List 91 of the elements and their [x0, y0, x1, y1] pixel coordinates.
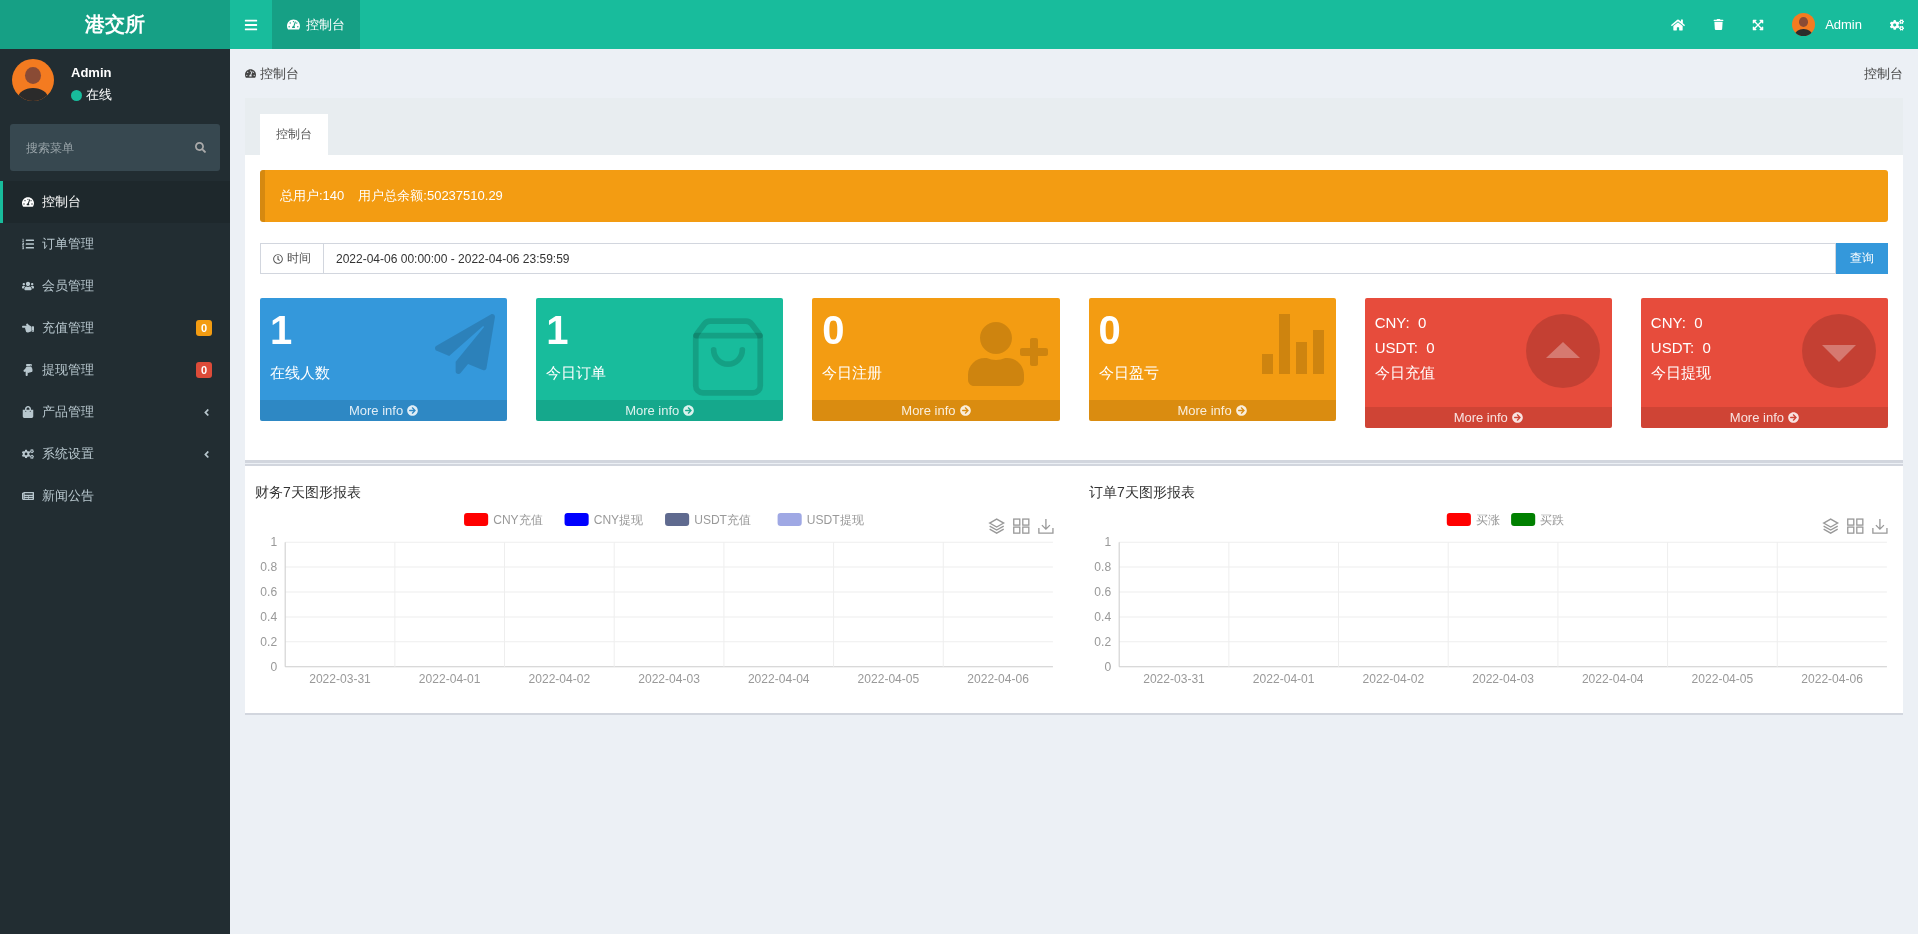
menu-item[interactable]: 产品管理 — [0, 391, 230, 433]
y-tick-label: 0.4 — [1094, 609, 1112, 624]
menu-item[interactable]: 会员管理 — [0, 265, 230, 307]
search-field[interactable]: 搜索菜单 — [10, 124, 220, 171]
paper-plane-icon — [435, 314, 496, 374]
stat-value: CNY: 0 — [1650, 314, 1703, 331]
summary-text: 总用户:140 — [280, 187, 345, 205]
legend-label[interactable]: CNY提现 — [593, 513, 644, 528]
bar-chart-icon — [1261, 314, 1324, 374]
stat-value: 1 — [546, 308, 569, 352]
more-info-link[interactable]: More info — [812, 400, 1060, 421]
x-tick-label: 2022-04-05 — [857, 671, 920, 686]
user-status: 在线 — [86, 86, 112, 104]
legend-swatch[interactable] — [1511, 513, 1536, 527]
x-tick-label: 2022-04-06 — [1801, 671, 1863, 686]
logo[interactable]: 港交所 — [0, 0, 230, 49]
legend-swatch[interactable] — [665, 513, 690, 527]
count-badge: 0 — [195, 362, 212, 378]
y-tick-label: 0 — [1104, 659, 1112, 674]
x-tick-label: 2022-04-03 — [638, 671, 700, 686]
y-tick-label: 0.2 — [1094, 634, 1112, 649]
nav-tab[interactable]: 控制台 — [272, 0, 360, 49]
x-tick-label: 2022-04-02 — [1362, 671, 1425, 686]
x-tick-label: 2022-04-05 — [1691, 671, 1754, 686]
stat-label: 今日注册 — [822, 364, 883, 383]
more-info-link[interactable]: More info — [1640, 407, 1888, 428]
stat-value: 1 — [270, 308, 293, 352]
y-tick-label: 0.6 — [260, 585, 278, 600]
tab[interactable]: 控制台 — [260, 114, 328, 155]
more-info-link[interactable]: More info — [1088, 400, 1336, 421]
summary-text: 用户总余额:50237510.29 — [358, 187, 503, 205]
y-tick-label: 1 — [270, 535, 278, 550]
more-info-link[interactable]: More info — [536, 400, 784, 421]
dashboard-icon — [245, 68, 256, 79]
legend-label[interactable]: USDT充值 — [694, 513, 751, 528]
more-info-link[interactable]: More info — [1364, 407, 1612, 428]
count-badge: 0 — [195, 320, 212, 336]
x-tick-label: 2022-03-31 — [1143, 671, 1205, 686]
search-icon[interactable] — [195, 142, 206, 153]
legend-label[interactable]: 买涨 — [1475, 513, 1500, 528]
y-tick-label: 0 — [270, 659, 278, 674]
x-tick-label: 2022-04-01 — [1252, 671, 1315, 686]
menu-item[interactable]: 订单管理 — [0, 223, 230, 265]
dashboard-icon — [287, 18, 300, 31]
menu-item[interactable]: 充值管理 0 — [0, 307, 230, 349]
breadcrumb-current: 控制台 — [1864, 64, 1903, 83]
legend-label[interactable]: CNY充值 — [493, 513, 543, 528]
menu-item[interactable]: 新闻公告 — [0, 475, 230, 517]
x-tick-label: 2022-04-03 — [1472, 671, 1534, 686]
user-menu[interactable]: Admin — [1778, 0, 1876, 49]
y-tick-label: 0.4 — [260, 609, 278, 624]
legend-swatch[interactable] — [777, 513, 802, 527]
breadcrumb[interactable]: 控制台 — [245, 64, 299, 83]
chart-title: 订单7天图形报表 — [1089, 484, 1196, 502]
stat-value: USDT: 0 — [1650, 339, 1711, 356]
x-tick-label: 2022-04-02 — [528, 671, 591, 686]
clock-icon — [273, 253, 283, 264]
x-tick-label: 2022-03-31 — [309, 671, 371, 686]
legend-label[interactable]: USDT提现 — [806, 513, 864, 528]
user-name: Admin — [71, 65, 112, 80]
y-tick-label: 0.8 — [1094, 560, 1112, 575]
chart-title: 财务7天图形报表 — [255, 484, 362, 502]
stat-label: 今日盈亏 — [1098, 364, 1159, 383]
time-label: 时间 — [260, 243, 324, 274]
stat-value: 0 — [822, 308, 845, 352]
x-tick-label: 2022-04-01 — [418, 671, 481, 686]
menu-item[interactable]: 控制台 — [0, 181, 230, 223]
legend-swatch[interactable] — [1446, 513, 1471, 527]
menu-item[interactable]: 提现管理 0 — [0, 349, 230, 391]
legend-swatch[interactable] — [564, 513, 589, 527]
more-info-link[interactable]: More info — [260, 400, 508, 421]
menu-item[interactable]: 系统设置 — [0, 433, 230, 475]
legend-label[interactable]: 买跌 — [1540, 513, 1565, 528]
stat-label: 在线人数 — [270, 364, 330, 383]
x-tick-label: 2022-04-04 — [1581, 671, 1644, 686]
y-tick-label: 0.2 — [260, 634, 278, 649]
search-input[interactable]: 搜索菜单 — [24, 139, 195, 156]
x-tick-label: 2022-04-04 — [747, 671, 810, 686]
y-tick-label: 0.6 — [1094, 585, 1112, 600]
legend-swatch[interactable] — [464, 513, 489, 527]
y-tick-label: 0.8 — [260, 560, 278, 575]
stat-value: CNY: 0 — [1374, 314, 1427, 331]
stat-label: 今日订单 — [546, 364, 607, 383]
y-tick-label: 1 — [1104, 535, 1112, 550]
stat-value: USDT: 0 — [1374, 339, 1435, 356]
stat-label: 今日充值 — [1374, 364, 1435, 383]
x-tick-label: 2022-04-06 — [967, 671, 1029, 686]
stat-label: 今日提现 — [1650, 364, 1711, 383]
stat-value: 0 — [1098, 308, 1121, 352]
date-range-field[interactable]: 2022-04-06 00:00:00 - 2022-04-06 23:59:59 — [324, 243, 1836, 274]
query-button[interactable]: 查询 — [1836, 243, 1888, 274]
